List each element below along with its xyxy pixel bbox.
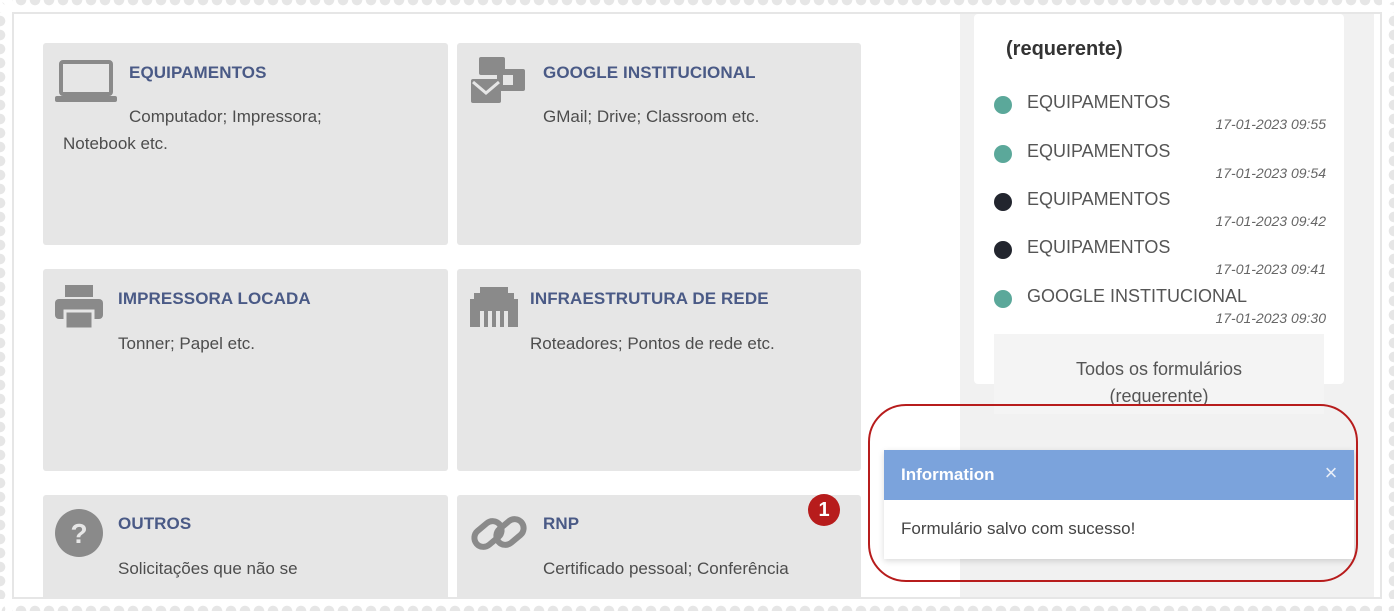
request-item[interactable]: GOOGLE INSTITUCIONAL 17-01-2023 09:30 — [994, 284, 1334, 332]
category-card-google-institucional[interactable]: GOOGLE INSTITUCIONAL GMail; Drive; Class… — [457, 43, 861, 245]
category-desc: GMail; Drive; Classroom etc. — [543, 107, 760, 126]
category-title: OUTROS — [118, 514, 192, 533]
status-dot — [994, 193, 1012, 211]
link-icon — [471, 509, 527, 562]
all-forms-link[interactable]: Todos os formulários (requerente) — [994, 334, 1324, 414]
category-desc: Certificado pessoal; Conferência — [543, 559, 789, 578]
category-title: INFRAESTRUTURA DE REDE — [530, 289, 769, 308]
status-dot — [994, 145, 1012, 163]
svg-text:?: ? — [70, 518, 87, 549]
category-desc: Solicitações que não se — [118, 559, 298, 578]
status-dot — [994, 241, 1012, 259]
annotation-circle — [868, 404, 1358, 582]
request-time: 17-01-2023 09:30 — [1215, 310, 1326, 326]
request-time: 17-01-2023 09:41 — [1215, 261, 1326, 277]
printer-icon — [55, 283, 103, 336]
category-desc: Computador; Impressora; — [129, 107, 322, 126]
request-name: GOOGLE INSTITUCIONAL — [1027, 286, 1248, 306]
panel-title: (requerente) — [1006, 38, 1123, 60]
request-time: 17-01-2023 09:55 — [1215, 116, 1326, 132]
request-item[interactable]: EQUIPAMENTOS 17-01-2023 09:55 — [994, 90, 1334, 138]
category-desc: Roteadores; Pontos de rede etc. — [530, 334, 775, 353]
category-card-impressora-locada[interactable]: IMPRESSORA LOCADA Tonner; Papel etc. — [43, 269, 448, 471]
request-name: EQUIPAMENTOS — [1027, 92, 1171, 112]
request-item[interactable]: EQUIPAMENTOS 17-01-2023 09:41 — [994, 235, 1334, 283]
category-title: GOOGLE INSTITUCIONAL — [543, 63, 756, 82]
network-port-icon — [470, 287, 518, 332]
status-dot — [994, 290, 1012, 308]
request-item[interactable]: EQUIPAMENTOS 17-01-2023 09:42 — [994, 187, 1334, 235]
category-title: IMPRESSORA LOCADA — [118, 289, 311, 308]
laptop-icon — [55, 59, 117, 108]
all-forms-label: Todos os formulários — [1075, 359, 1243, 379]
category-card-outros[interactable]: ? OUTROS Solicitações que não se — [43, 495, 448, 597]
request-item[interactable]: EQUIPAMENTOS 17-01-2023 09:54 — [994, 139, 1334, 187]
request-name: EQUIPAMENTOS — [1027, 141, 1171, 161]
category-desc: Notebook etc. — [63, 134, 168, 153]
google-services-icon — [471, 55, 527, 112]
category-title: RNP — [543, 514, 580, 533]
page: EQUIPAMENTOS Computador; Impressora; Not… — [14, 14, 1380, 597]
category-card-infraestrutura-de-rede[interactable]: INFRAESTRUTURA DE REDE Roteadores; Ponto… — [457, 269, 861, 471]
request-time: 17-01-2023 09:54 — [1215, 165, 1326, 181]
question-icon: ? — [55, 509, 103, 562]
request-name: EQUIPAMENTOS — [1027, 237, 1171, 257]
category-card-rnp[interactable]: RNP Certificado pessoal; Conferência — [457, 495, 861, 597]
category-title: EQUIPAMENTOS — [129, 63, 267, 82]
annotation-badge: 1 — [808, 494, 840, 526]
status-dot — [994, 96, 1012, 114]
request-time: 17-01-2023 09:42 — [1215, 213, 1326, 229]
category-card-equipamentos[interactable]: EQUIPAMENTOS Computador; Impressora; Not… — [43, 43, 448, 245]
category-desc: Tonner; Papel etc. — [118, 334, 256, 353]
request-name: EQUIPAMENTOS — [1027, 189, 1171, 209]
